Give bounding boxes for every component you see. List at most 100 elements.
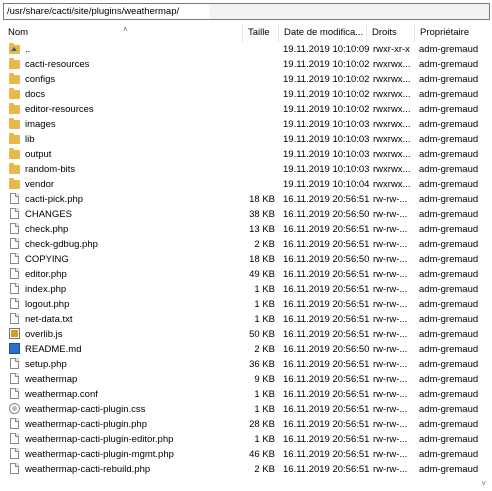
file-name-cell[interactable]: weathermap-cacti-plugin.css [9,402,245,417]
file-name-cell[interactable]: overlib.js [9,327,245,342]
column-header-owner-label: Propriétaire [420,27,470,38]
file-name-cell[interactable]: logout.php [9,297,245,312]
file-name: overlib.js [25,329,63,340]
file-row[interactable]: images 19.11.2019 10:10:03 rwxrwx... adm-gr… [3,117,490,132]
file-name-cell[interactable]: check-gdbug.php [9,237,245,252]
file-name-cell[interactable]: random-bits [9,162,245,177]
current-path[interactable]: /usr/share/cacti/site/plugins/weathermap… [7,6,179,17]
file-name: index.php [25,284,67,295]
file-name-cell[interactable]: net-data.txt [9,312,245,327]
file-name-cell[interactable]: editor.php [9,267,245,282]
column-header-owner[interactable]: Propriétaire [415,25,490,42]
file-row[interactable]: lib 19.11.2019 10:10:03 rwxrwx... adm-grema… [3,132,490,147]
file-row[interactable]: weathermap 9 KB 16.11.2019 20:56:51 rw-rw-.… [3,372,490,387]
file-name-cell[interactable]: lib [9,132,245,147]
file-name-cell[interactable]: weathermap-cacti-plugin-mgmt.php [9,447,245,462]
file-date: 16.11.2019 20:56:51 [283,269,370,280]
file-row[interactable]: cacti-resources 19.11.2019 10:10:02 rwxrwx… [3,57,490,72]
file-name-cell[interactable]: editor-resources [9,102,245,117]
file-name: vendor [25,179,55,190]
file-name-cell[interactable]: index.php [9,282,245,297]
file-date: 16.11.2019 20:56:51 [283,464,370,475]
file-row[interactable]: weathermap-cacti-plugin.php 28 KB 16.11.20… [3,417,490,432]
file-owner: adm-gremaud [419,104,479,115]
file-name-cell[interactable]: COPYING [9,252,245,267]
file-name-cell[interactable]: weathermap-cacti-rebuild.php [9,462,245,477]
column-header-date[interactable]: Date de modifica... [279,25,367,42]
file-name-cell[interactable]: weathermap-cacti-plugin-editor.php [9,432,245,447]
file-name-cell[interactable]: weathermap.conf [9,387,245,402]
file-row[interactable]: logout.php 1 KB 16.11.2019 20:56:51 rw-rw-.… [3,297,490,312]
file-row[interactable]: CHANGES 38 KB 16.11.2019 20:56:50 rw-rw-...… [3,207,490,222]
file-row[interactable]: weathermap-cacti-rebuild.php 2 KB 16.11.20… [3,462,490,477]
file-name-cell[interactable]: cacti-pick.php [9,192,245,207]
file-permissions: rw-rw-... [373,449,408,460]
file-name-cell[interactable]: setup.php [9,357,245,372]
file-row[interactable]: overlib.js 50 KB 16.11.2019 20:56:51 rw-rw-… [3,327,490,342]
file-permissions: rw-rw-... [373,389,408,400]
column-header-size[interactable]: Taille [243,25,279,42]
file-name-cell[interactable]: check.php [9,222,245,237]
file-name-cell[interactable]: weathermap-cacti-plugin.php [9,417,245,432]
file-row[interactable]: random-bits 19.11.2019 10:10:03 rwxrwx... a… [3,162,490,177]
file-row[interactable]: weathermap-cacti-plugin-editor.php 1 KB 16… [3,432,490,447]
file-name-cell[interactable]: .. [9,42,245,57]
file-permissions: rwxrwx... [373,149,411,160]
file-owner: adm-gremaud [419,224,479,235]
file-row[interactable]: configs 19.11.2019 10:10:02 rwxrwx... adm-g… [3,72,490,87]
file-row[interactable]: .. 19.11.2019 10:10:09 rwxr-xr-x adm-gremau… [3,42,490,57]
file-size [245,177,275,192]
file-name-cell[interactable]: vendor [9,177,245,192]
file-permissions: rw-rw-... [373,314,408,325]
file-row[interactable]: cacti-pick.php 18 KB 16.11.2019 20:56:51 rw… [3,192,490,207]
file-name-cell[interactable]: CHANGES [9,207,245,222]
file-row[interactable]: weathermap-cacti-plugin.css 1 KB 16.11.201… [3,402,490,417]
file-size: 18 KB [249,254,275,265]
file-date: 16.11.2019 20:56:51 [283,194,370,205]
path-bar[interactable]: /usr/share/cacti/site/plugins/weathermap… [3,3,490,20]
file-owner: adm-gremaud [419,344,479,355]
file-size: 1 KB [254,284,275,295]
scroll-down-icon[interactable]: ˅ [481,479,486,488]
file-permissions: rw-rw-... [373,374,408,385]
file-row[interactable]: index.php 1 KB 16.11.2019 20:56:51 rw-rw-..… [3,282,490,297]
file-size [245,87,275,102]
file-row[interactable]: editor.php 49 KB 16.11.2019 20:56:51 rw-rw-… [3,267,490,282]
file-row[interactable]: docs 19.11.2019 10:10:02 rwxrwx... adm-grem… [3,87,490,102]
file-name-cell[interactable]: output [9,147,245,162]
file-permissions: rw-rw-... [373,269,408,280]
file-row[interactable]: vendor 19.11.2019 10:10:04 rwxrwx... adm-gr… [3,177,490,192]
file-row[interactable]: weathermap.conf 1 KB 16.11.2019 20:56:51 rw… [3,387,490,402]
file-date: 16.11.2019 20:56:50 [283,344,370,355]
file-name-cell[interactable]: images [9,117,245,132]
file-date: 19.11.2019 10:10:02 [283,89,370,100]
file-row[interactable]: weathermap-cacti-plugin-mgmt.php 46 KB 16.… [3,447,490,462]
file-size: 13 KB [249,224,275,235]
file-name-cell[interactable]: README.md [9,342,245,357]
file-name: weathermap-cacti-plugin.php [25,419,147,430]
file-date: 16.11.2019 20:56:51 [283,374,370,385]
file-name: weathermap-cacti-plugin-editor.php [25,434,174,445]
file-row[interactable]: check-gdbug.php 2 KB 16.11.2019 20:56:51 rw… [3,237,490,252]
file-list: .. 19.11.2019 10:10:09 rwxr-xr-x adm-gremau… [3,42,490,477]
file-size: 1 KB [254,299,275,310]
file-icon [10,313,19,324]
file-row[interactable]: net-data.txt 1 KB 16.11.2019 20:56:51 rw-rw… [3,312,490,327]
file-row[interactable]: COPYING 18 KB 16.11.2019 20:56:50 rw-rw-...… [3,252,490,267]
file-row[interactable]: setup.php 36 KB 16.11.2019 20:56:51 rw-rw-.… [3,357,490,372]
file-date: 16.11.2019 20:56:50 [283,254,370,265]
file-row[interactable]: README.md 2 KB 16.11.2019 20:56:50 rw-rw-..… [3,342,490,357]
file-date: 16.11.2019 20:56:51 [283,284,370,295]
file-owner: adm-gremaud [419,449,479,460]
column-header-name[interactable]: Nom ˄ [3,25,243,42]
column-header-perms[interactable]: Droits [367,25,415,42]
file-permissions: rwxrwx... [373,119,411,130]
file-row[interactable]: editor-resources 19.11.2019 10:10:02 rwxrw… [3,102,490,117]
file-row[interactable]: check.php 13 KB 16.11.2019 20:56:51 rw-rw-.… [3,222,490,237]
file-size [245,117,275,132]
file-row[interactable]: output 19.11.2019 10:10:03 rwxrwx... adm-gr… [3,147,490,162]
file-name-cell[interactable]: weathermap [9,372,245,387]
file-name-cell[interactable]: configs [9,72,245,87]
file-name-cell[interactable]: cacti-resources [9,57,245,72]
file-name-cell[interactable]: docs [9,87,245,102]
